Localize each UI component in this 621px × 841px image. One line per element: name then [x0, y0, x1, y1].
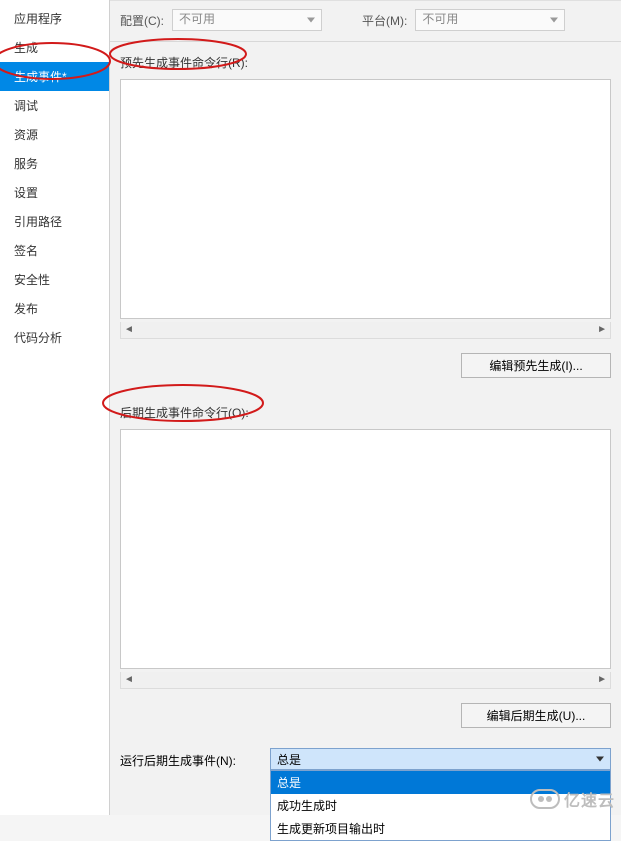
platform-select[interactable]: 不可用 [415, 9, 565, 31]
sidebar-item-label: 生成事件* [14, 70, 67, 84]
sidebar-item-label: 应用程序 [14, 12, 62, 26]
scroll-left-icon: ◄ [124, 325, 134, 335]
sidebar-item-label: 服务 [14, 157, 38, 171]
sidebar-item-label: 代码分析 [14, 331, 62, 345]
platform-label: 平台(M): [362, 12, 407, 29]
scroll-left-icon: ◄ [124, 675, 134, 685]
run-postbuild-select[interactable]: 总是 [270, 748, 611, 770]
edit-postbuild-button[interactable]: 编辑后期生成(U)... [461, 703, 611, 728]
sidebar-item-application[interactable]: 应用程序 [0, 4, 109, 33]
sidebar-item-label: 签名 [14, 244, 38, 258]
run-postbuild-row: 运行后期生成事件(N): 总是 总是 成功生成时 生成更新项目输出时 [110, 742, 621, 770]
postbuild-label: 后期生成事件命令行(O): [120, 404, 249, 421]
postbuild-textarea[interactable] [120, 429, 611, 669]
sidebar-item-label: 调试 [14, 99, 38, 113]
prebuild-label: 预先生成事件命令行(R): [120, 54, 248, 71]
sidebar-item-label: 引用路径 [14, 215, 62, 229]
watermark-text: 亿速云 [564, 787, 615, 811]
sidebar-item-label: 发布 [14, 302, 38, 316]
prebuild-textarea[interactable] [120, 79, 611, 319]
postbuild-h-scrollbar[interactable]: ◄ ► [120, 672, 611, 689]
watermark: 亿速云 [530, 787, 615, 811]
sidebar-item-label: 设置 [14, 186, 38, 200]
sidebar-item-publish[interactable]: 发布 [0, 294, 109, 323]
postbuild-section: 后期生成事件命令行(O): ◄ ► [110, 392, 621, 693]
main-panel: 配置(C): 不可用 平台(M): 不可用 预先生成事件命令行(R): ◄ ► … [110, 0, 621, 815]
watermark-icon [530, 789, 560, 809]
sidebar-item-signing[interactable]: 签名 [0, 236, 109, 265]
sidebar: 应用程序 生成 生成事件* 调试 资源 服务 设置 引用路径 签名 安全性 发布… [0, 0, 110, 815]
config-platform-row: 配置(C): 不可用 平台(M): 不可用 [110, 1, 621, 42]
sidebar-item-label: 资源 [14, 128, 38, 142]
edit-prebuild-button[interactable]: 编辑预先生成(I)... [461, 353, 611, 378]
sidebar-item-settings[interactable]: 设置 [0, 178, 109, 207]
prebuild-h-scrollbar[interactable]: ◄ ► [120, 322, 611, 339]
sidebar-item-code-analysis[interactable]: 代码分析 [0, 323, 109, 352]
sidebar-item-label: 安全性 [14, 273, 50, 287]
sidebar-item-debug[interactable]: 调试 [0, 91, 109, 120]
config-label: 配置(C): [120, 12, 164, 29]
run-postbuild-label: 运行后期生成事件(N): [120, 748, 236, 769]
run-postbuild-value: 总是 [277, 751, 301, 768]
sidebar-item-security[interactable]: 安全性 [0, 265, 109, 294]
sidebar-item-resources[interactable]: 资源 [0, 120, 109, 149]
sidebar-item-build-events[interactable]: 生成事件* [0, 62, 109, 91]
config-select[interactable]: 不可用 [172, 9, 322, 31]
dropdown-option-on-update[interactable]: 生成更新项目输出时 [271, 817, 610, 840]
scroll-right-icon: ► [597, 675, 607, 685]
sidebar-item-reference-paths[interactable]: 引用路径 [0, 207, 109, 236]
sidebar-item-label: 生成 [14, 41, 38, 55]
sidebar-item-build[interactable]: 生成 [0, 33, 109, 62]
scroll-right-icon: ► [597, 325, 607, 335]
prebuild-section: 预先生成事件命令行(R): ◄ ► [110, 42, 621, 343]
sidebar-item-services[interactable]: 服务 [0, 149, 109, 178]
